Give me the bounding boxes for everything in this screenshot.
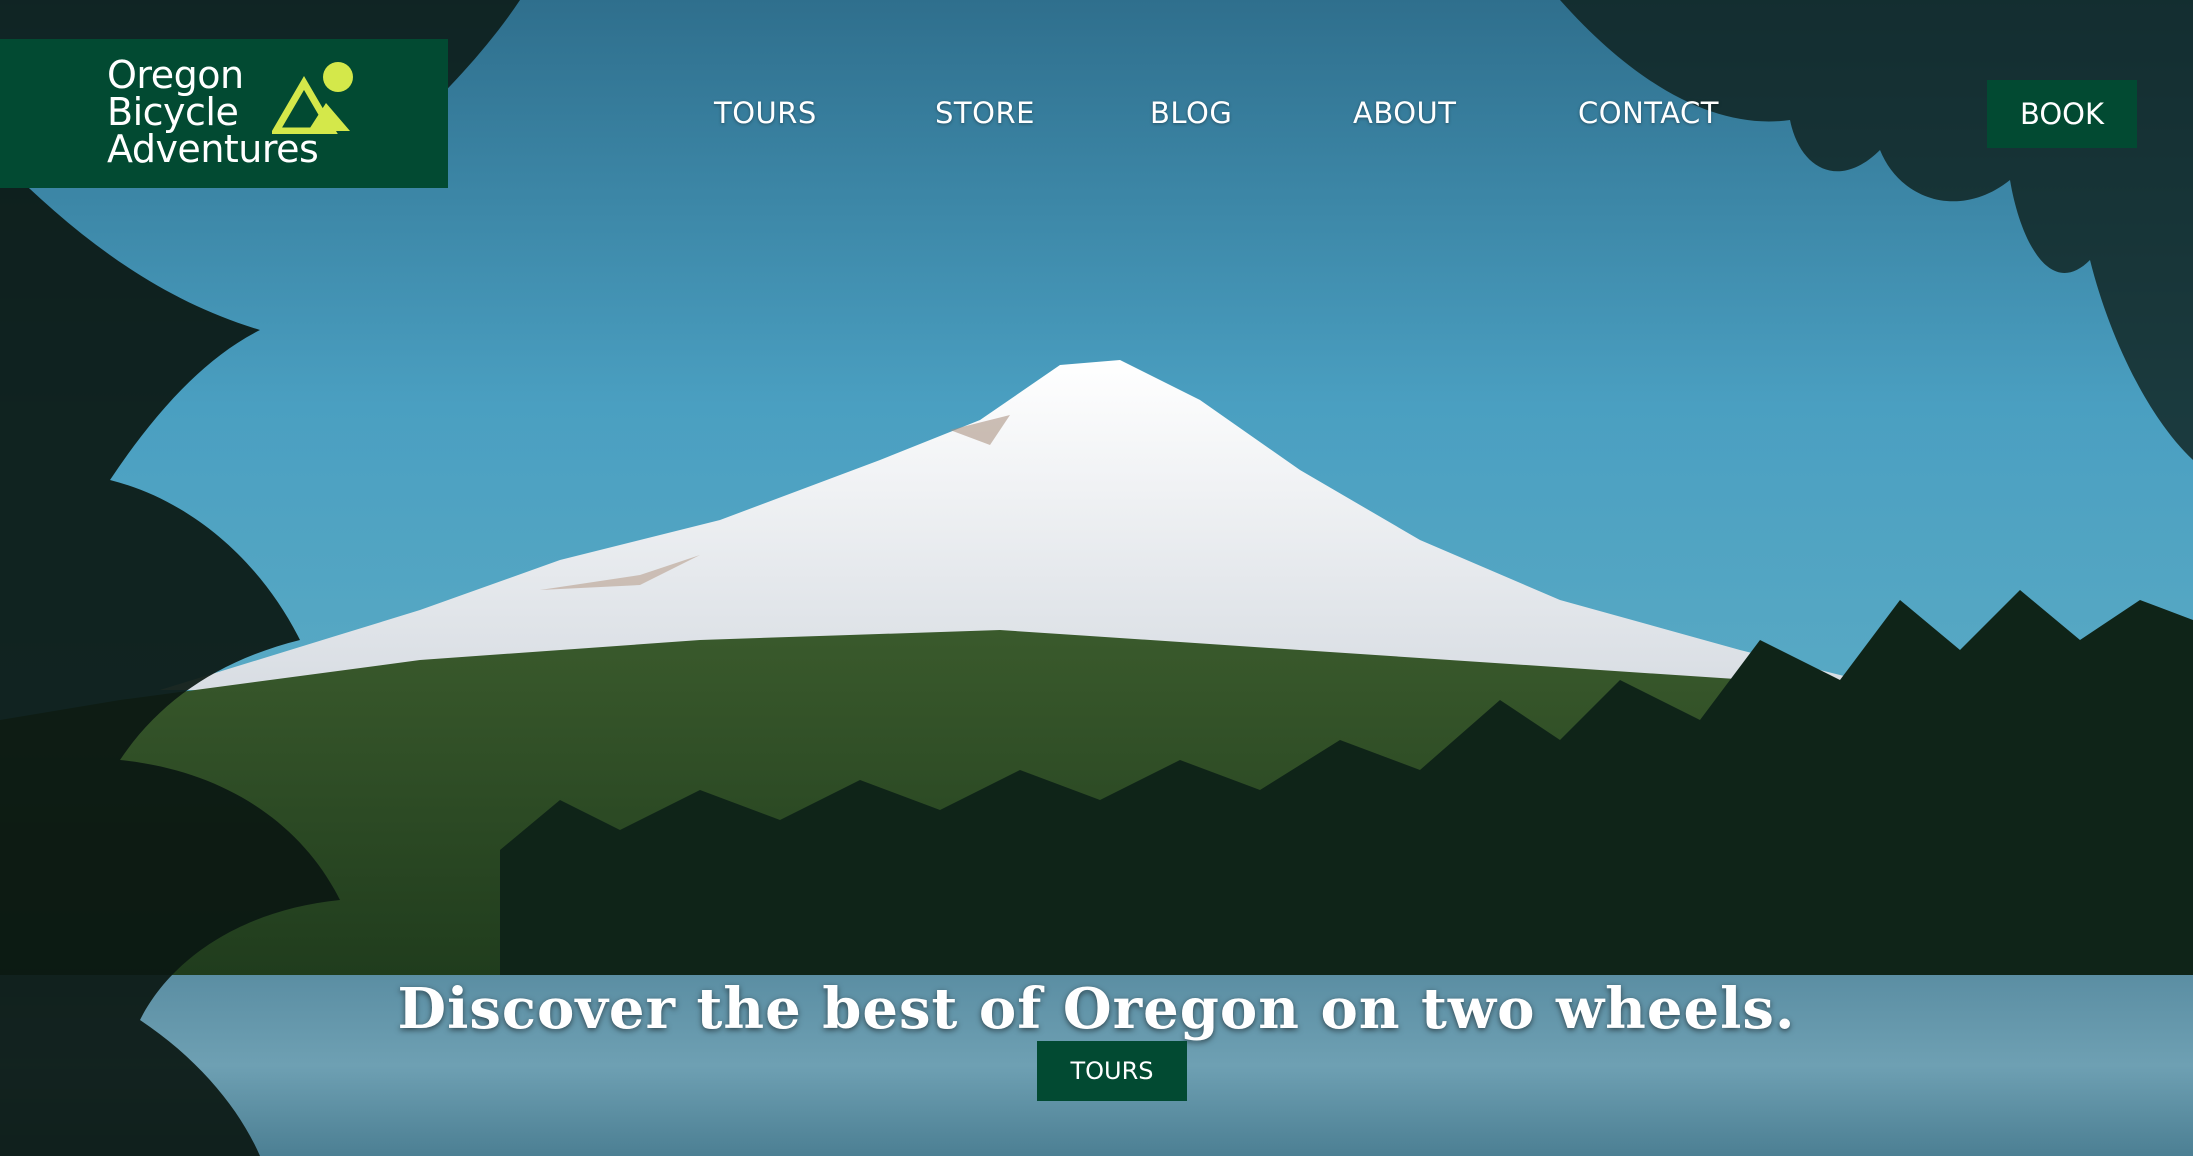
nav-item-tours[interactable]: TOURS (714, 96, 817, 130)
nav-item-blog[interactable]: BLOG (1150, 96, 1232, 130)
nav-item-store[interactable]: STORE (935, 96, 1035, 130)
book-button[interactable]: BOOK (1987, 80, 2137, 148)
logo-line-3: Adventures (107, 127, 319, 171)
main-nav: TOURS STORE BLOG ABOUT CONTACT (0, 96, 2193, 132)
nav-item-contact[interactable]: CONTACT (1578, 96, 1719, 130)
hero-headline: Discover the best of Oregon on two wheel… (397, 975, 1796, 1042)
hero-tours-button[interactable]: TOURS (1037, 1041, 1187, 1101)
nav-item-about[interactable]: ABOUT (1353, 96, 1457, 130)
